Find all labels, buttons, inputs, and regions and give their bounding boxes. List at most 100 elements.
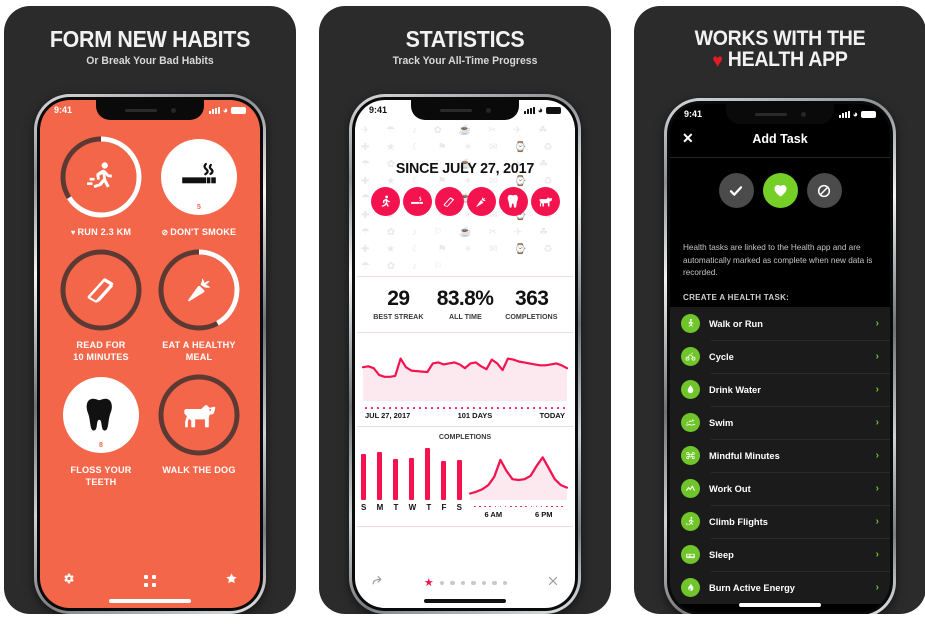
list-item-drink-water[interactable]: Drink Water › (670, 373, 890, 406)
weekday-label: S (361, 502, 367, 512)
add-task-navbar: ✕ Add Task (670, 124, 890, 157)
panel-works-with-health-app: WORKS WITH THE ♥ HEALTH APP 9:41 ◕ ✕ Add… (634, 6, 925, 614)
stat-caption: BEST STREAK (373, 312, 424, 321)
habit-card-read[interactable]: READ FOR 10 MINUTES (56, 247, 146, 364)
health-task-description: Health tasks are linked to the Health ap… (683, 243, 873, 278)
list-item-mindful-minutes[interactable]: Mindful Minutes › (670, 439, 890, 472)
screen-habits: 9:41 ◕ ♥ RUN 2.3 KM 5 ⊘ DON'T SMOKE READ… (40, 100, 260, 608)
runner-icon (58, 134, 144, 220)
close-icon[interactable] (547, 574, 559, 592)
stat-caption: ALL TIME (448, 312, 482, 321)
habit-count-dont-smoke: 5 (197, 204, 201, 211)
screen-add-task: 9:41 ◕ ✕ Add Task Health tasks are linke… (670, 104, 890, 612)
wifi-icon: ◕ (222, 104, 228, 115)
panel1-header: FORM NEW HABITS Or Break Your Bad Habits (4, 6, 296, 67)
chevron-right-icon: › (875, 483, 879, 495)
page-indicator[interactable]: ★ (424, 577, 508, 589)
list-item-walk-or-run[interactable]: Walk or Run › (670, 307, 890, 340)
weekday-label: T (393, 502, 399, 512)
habit-ring-read[interactable] (58, 247, 144, 333)
habit-ring-dont-smoke[interactable]: 5 (156, 134, 242, 220)
weekday-labels: SMTWTFS (361, 500, 462, 512)
health-task-list: Walk or Run › Cycle › Drink Water › Swim › Mindf… (670, 307, 890, 605)
page-dot-active[interactable]: ★ (424, 577, 434, 589)
habits-bottom-toolbar (40, 572, 260, 590)
habit-ring-walk-dog[interactable]: 2 (156, 372, 242, 458)
habit-ring-floss[interactable]: 8 (58, 372, 144, 458)
phone-bezel-3: 9:41 ◕ ✕ Add Task Health tasks are linke… (667, 101, 893, 614)
habit-ring-healthy-meal[interactable]: 8 (156, 247, 242, 333)
book-icon[interactable] (434, 187, 464, 216)
task-type-selector (670, 158, 890, 226)
page-dot[interactable] (471, 580, 476, 586)
task-type-bad-habit[interactable] (806, 173, 842, 208)
page-dot[interactable] (439, 580, 445, 586)
time-of-day-chart: 6 AM 6 PM (468, 444, 569, 520)
phone-frame-3: 9:41 ◕ ✕ Add Task Health tasks are linke… (664, 98, 896, 614)
stat-all-time: 83.8% ALL TIME (432, 287, 499, 321)
list-item-label: Walk or Run (709, 318, 763, 329)
habit-card-healthy-meal[interactable]: 8 EAT A HEALTHY MEAL (154, 247, 244, 364)
list-item-work-out[interactable]: Work Out › (670, 472, 890, 505)
timeline-labels: JUL 27, 2017 101 DAYS TODAY (359, 409, 571, 420)
phone-frame-1: 9:41 ◕ ♥ RUN 2.3 KM 5 ⊘ DON'T SMOKE READ… (34, 94, 266, 614)
list-item-cycle[interactable]: Cycle › (670, 340, 890, 373)
cigarette-icon[interactable] (402, 187, 432, 216)
habit-count-walk-dog: 2 (197, 441, 201, 449)
carrot-icon[interactable] (466, 187, 496, 216)
runner-icon[interactable] (370, 187, 400, 216)
divider (357, 526, 573, 528)
hour-label: 6 PM (535, 510, 553, 520)
dog-icon[interactable] (530, 187, 560, 216)
stat-value: 29 (387, 287, 410, 310)
stat-value: 83.8% (436, 287, 494, 310)
chevron-right-icon: › (875, 582, 879, 594)
share-icon[interactable] (371, 574, 384, 592)
task-type-health[interactable] (762, 173, 798, 208)
page-dot[interactable] (492, 580, 497, 586)
phone-mockup-2: 9:41 ◕ ✈ ☂ ♪ ✿ ☕ ✂ ✈ ☘ ✚ ★ ☾ ⚑ ☀ ✉ ⌚ ♻ ☂… (349, 94, 581, 614)
battery-icon (231, 106, 246, 114)
tooth-icon[interactable] (498, 187, 528, 216)
page-dot[interactable] (502, 580, 508, 586)
habit-card-floss[interactable]: 8 FLOSS YOUR TEETH (56, 372, 146, 489)
page-dot[interactable] (450, 580, 455, 586)
habits-grid: ♥ RUN 2.3 KM 5 ⊘ DON'T SMOKE READ FOR 10… (40, 120, 260, 488)
status-indicators: ◕ (838, 109, 876, 119)
list-item-climb-flights[interactable]: Climb Flights › (670, 505, 890, 538)
stat-best-streak: 29 BEST STREAK (365, 287, 432, 321)
phone-bezel-1: 9:41 ◕ ♥ RUN 2.3 KM 5 ⊘ DON'T SMOKE READ… (37, 97, 263, 611)
bar (441, 461, 446, 500)
list-item-label: Work Out (709, 483, 751, 494)
timeline-middle: 101 DAYS (457, 410, 493, 420)
dual-charts: SMTWTFS 6 AM 6 PM (355, 444, 575, 520)
chevron-right-icon: › (875, 450, 879, 462)
habit-name: DON'T SMOKE (170, 227, 237, 238)
close-icon[interactable]: ✕ (682, 130, 694, 147)
chevron-right-icon: › (875, 549, 879, 561)
habit-card-run[interactable]: ♥ RUN 2.3 KM (56, 134, 146, 239)
status-bar-1: 9:41 ◕ (40, 100, 260, 120)
list-item-label: Burn Active Energy (709, 582, 795, 593)
habit-ring-run[interactable] (58, 134, 144, 220)
screen-statistics: 9:41 ◕ ✈ ☂ ♪ ✿ ☕ ✂ ✈ ☘ ✚ ★ ☾ ⚑ ☀ ✉ ⌚ ♻ ☂… (355, 100, 575, 608)
star-icon[interactable] (225, 572, 238, 590)
habit-name: WALK THE DOG (162, 464, 236, 476)
grid-icon[interactable] (144, 575, 156, 587)
page-dot[interactable] (460, 580, 466, 586)
habit-card-dont-smoke[interactable]: 5 ⊘ DON'T SMOKE (154, 134, 244, 239)
list-item-sleep[interactable]: Sleep › (670, 538, 890, 571)
chevron-right-icon: › (875, 384, 879, 396)
gear-icon[interactable] (62, 572, 75, 590)
timeline-end: TODAY (539, 410, 565, 420)
phone-mockup-1: 9:41 ◕ ♥ RUN 2.3 KM 5 ⊘ DON'T SMOKE READ… (34, 94, 266, 614)
list-item-swim[interactable]: Swim › (670, 406, 890, 439)
heart-icon: ♥ (712, 51, 723, 73)
weekday-label: T (426, 502, 432, 512)
phone-mockup-3: 9:41 ◕ ✕ Add Task Health tasks are linke… (664, 98, 896, 614)
task-type-standard[interactable] (718, 173, 754, 208)
list-item-burn-active-energy[interactable]: Burn Active Energy › (670, 571, 890, 604)
habit-card-walk-dog[interactable]: 2 WALK THE DOG (154, 372, 244, 489)
page-dot[interactable] (481, 580, 487, 586)
habit-label-run: ♥ RUN 2.3 KM (58, 227, 144, 239)
